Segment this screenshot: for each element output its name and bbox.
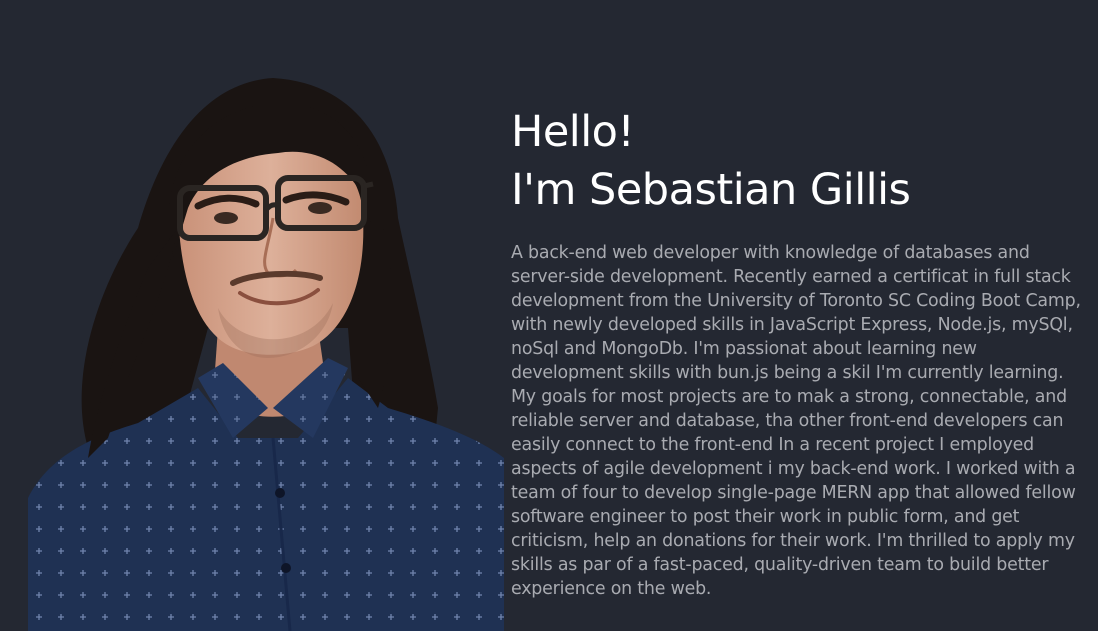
hero-heading: Hello! I'm Sebastian Gillis [511, 103, 1091, 219]
greeting-line: Hello! [511, 107, 635, 157]
name-line: I'm Sebastian Gillis [511, 165, 911, 215]
hero-section: Hello! I'm Sebastian Gillis A back-end w… [0, 0, 1098, 631]
bio-paragraph: A back-end web developer with knowledge … [511, 243, 1081, 599]
profile-photo [28, 78, 504, 631]
intro-text-column: Hello! I'm Sebastian Gillis A back-end w… [511, 103, 1091, 601]
